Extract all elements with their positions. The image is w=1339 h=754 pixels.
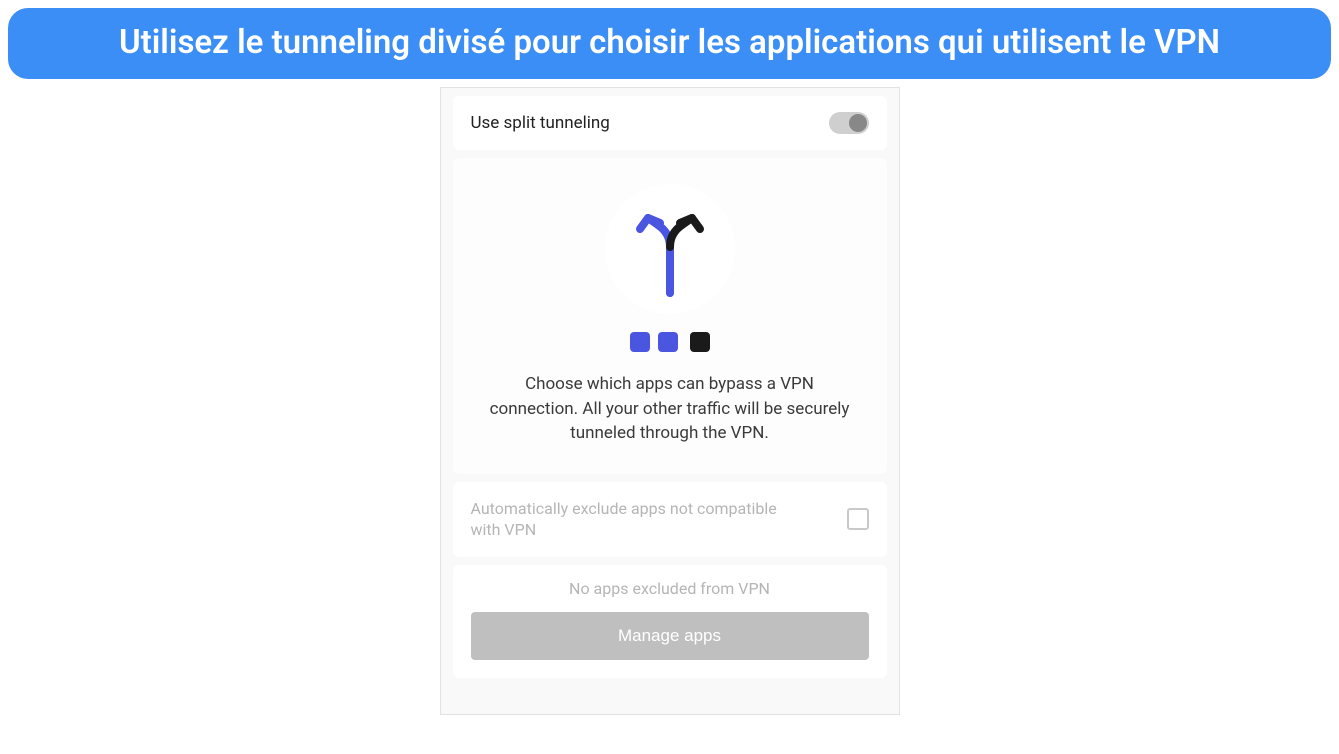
manage-apps-button[interactable]: Manage apps (471, 612, 869, 660)
no-apps-text: No apps excluded from VPN (471, 579, 869, 598)
app-square-black (690, 332, 710, 352)
auto-exclude-checkbox[interactable] (847, 508, 869, 530)
auto-exclude-label: Automatically exclude apps not compatibl… (471, 498, 791, 541)
instruction-banner: Utilisez le tunneling divisé pour choisi… (8, 8, 1331, 79)
split-tunnel-icon-container (605, 184, 735, 314)
split-tunnel-icon (626, 197, 714, 301)
info-card: Choose which apps can bypass a VPN conne… (453, 158, 887, 474)
split-tunneling-toggle[interactable] (829, 112, 869, 134)
auto-exclude-row: Automatically exclude apps not compatibl… (453, 482, 887, 557)
phone-screen: Use split tunneling (440, 87, 900, 715)
info-text: Choose which apps can bypass a VPN conne… (483, 372, 857, 446)
banner-title: Utilisez le tunneling divisé pour choisi… (48, 22, 1291, 65)
app-square-blue-1 (630, 332, 650, 352)
split-tunneling-row: Use split tunneling (453, 96, 887, 150)
app-square-blue-2 (658, 332, 678, 352)
toggle-knob (849, 114, 867, 132)
split-tunneling-label: Use split tunneling (471, 113, 610, 133)
manage-apps-card: No apps excluded from VPN Manage apps (453, 565, 887, 678)
app-squares (483, 332, 857, 352)
